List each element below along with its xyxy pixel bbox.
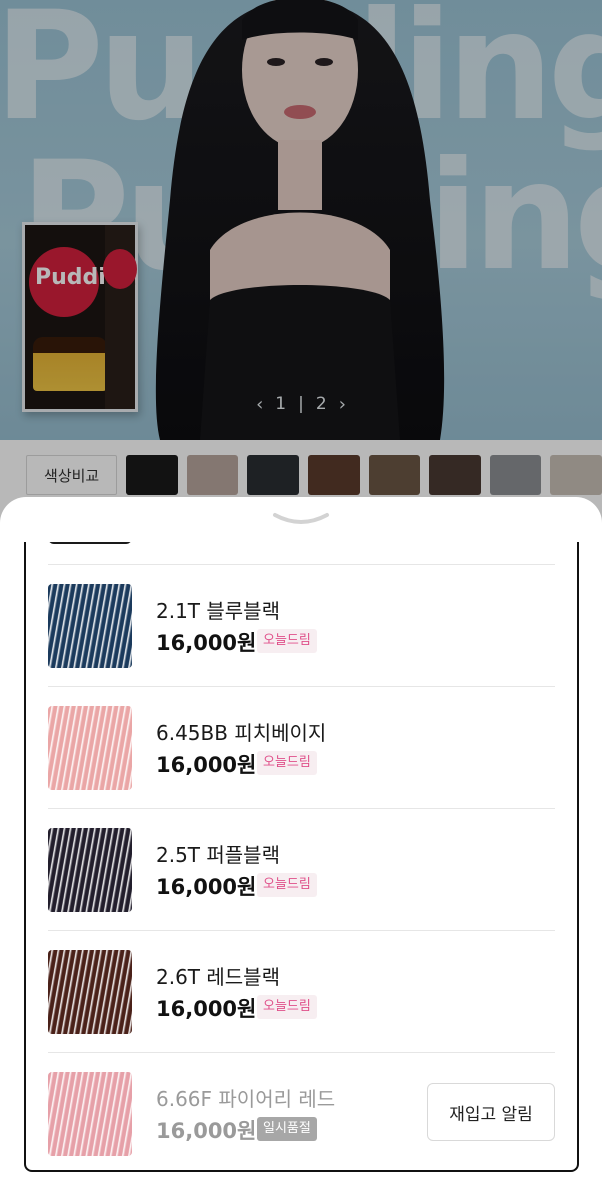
product-page: Pudding Pudding Pudding [0,0,602,1200]
delivery-badge: 오늘드림 [257,995,317,1019]
option-item[interactable]: 6.45BB 피치베이지 16,000원 오늘드림 [48,686,555,808]
option-item[interactable]: 2.1T 블루블랙 16,000원 오늘드림 [48,564,555,686]
color-swatch-thumb [48,828,132,912]
option-price: 16,000원 [156,997,257,1021]
option-price: 16,000원 [156,1119,257,1143]
delivery-badge: 오늘드림 [257,751,317,775]
option-price: 16,000원 [156,753,257,777]
soldout-badge: 일시품절 [257,1117,317,1141]
color-swatch-thumb [48,1072,132,1156]
option-name: 6.45BB 피치베이지 [156,721,327,745]
option-name: 6.66F 파이어리 레드 [156,1087,336,1111]
delivery-badge: 오늘드림 [257,629,317,653]
option-name: 2.1T 블루블랙 [156,599,280,623]
option-list: 2.1T 블루블랙 16,000원 오늘드림 6.45BB 피치베이지 16,0… [24,542,579,1172]
color-swatch-thumb [48,584,132,668]
option-item[interactable]: 2.6T 레드블랙 16,000원 오늘드림 [48,930,555,1052]
option-name: 2.6T 레드블랙 [156,965,280,989]
previous-item-thumb [48,542,132,544]
color-swatch-thumb [48,706,132,790]
option-price: 16,000원 [156,631,257,655]
option-name: 2.5T 퍼플블랙 [156,843,280,867]
option-item-soldout: 6.66F 파이어리 레드 16,000원 일시품절 재입고 알림 [48,1052,555,1170]
color-swatch-thumb [48,950,132,1034]
option-item[interactable]: 2.5T 퍼플블랙 16,000원 오늘드림 [48,808,555,930]
option-bottom-sheet: 2.1T 블루블랙 16,000원 오늘드림 6.45BB 피치베이지 16,0… [0,497,602,1200]
sheet-collapse-chevron-icon[interactable] [271,511,331,525]
delivery-badge: 오늘드림 [257,873,317,897]
option-price: 16,000원 [156,875,257,899]
restock-alert-button[interactable]: 재입고 알림 [427,1083,555,1141]
